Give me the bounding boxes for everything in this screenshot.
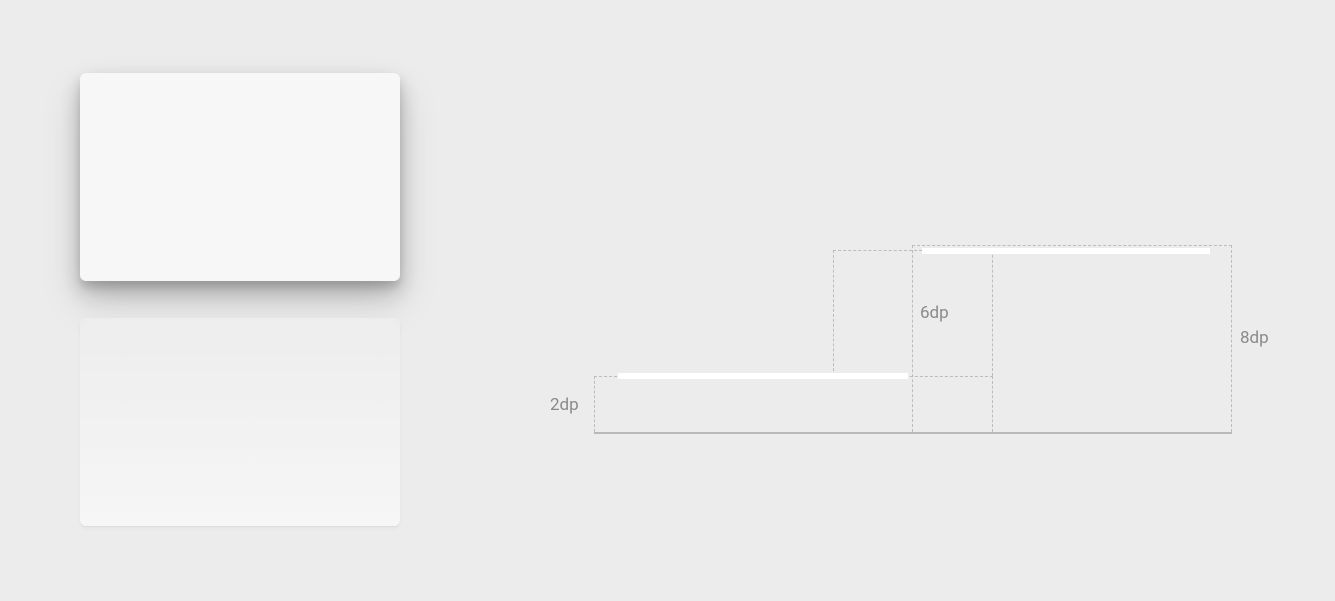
label-2dp: 2dp xyxy=(550,395,579,415)
elevation-card-low xyxy=(80,318,400,526)
elevation-card-high xyxy=(80,73,400,281)
label-8dp: 8dp xyxy=(1240,328,1269,348)
surface-highlight-2dp xyxy=(618,373,908,379)
baseline-axis xyxy=(594,432,1232,434)
label-6dp: 6dp xyxy=(920,303,949,323)
elevation-guide-2dp xyxy=(594,376,993,432)
surface-highlight-8dp xyxy=(922,248,1210,254)
elevation-guide-6dp xyxy=(833,250,993,376)
elevation-diagram: 2dp 6dp 8dp xyxy=(0,0,1335,601)
